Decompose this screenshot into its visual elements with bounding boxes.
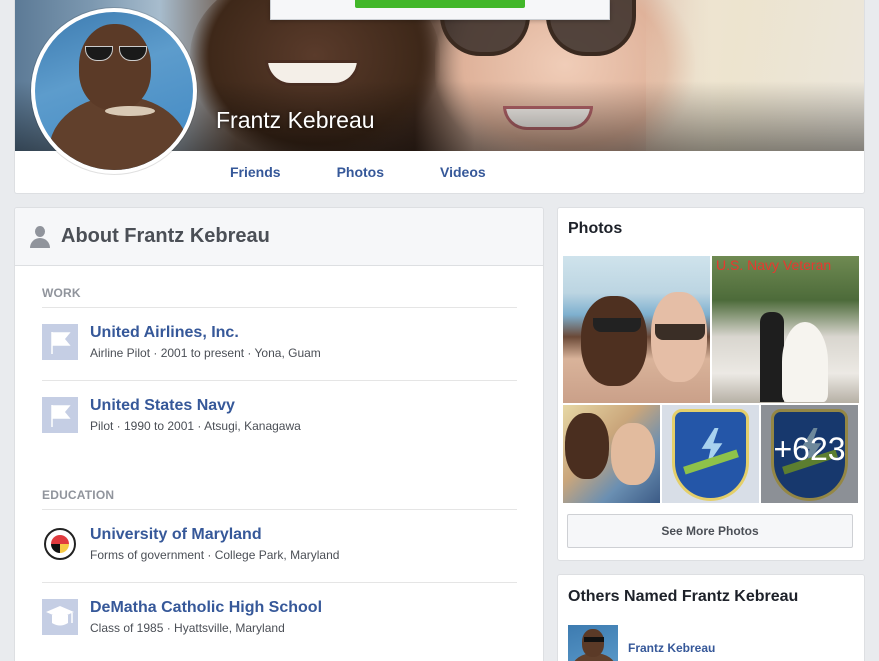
more-photos-count: +623 bbox=[773, 431, 846, 467]
photo-tile[interactable]: U.S. Navy Veteran bbox=[712, 256, 859, 403]
education-entry-dematha: DeMatha Catholic High School Class of 19… bbox=[42, 599, 517, 639]
see-more-photos-button[interactable]: See More Photos bbox=[567, 514, 853, 548]
work-entry-us-navy: United States Navy Pilot · 1990 to 2001 … bbox=[42, 397, 517, 437]
work-entry-united-airlines: United Airlines, Inc. Airline Pilot · 20… bbox=[42, 324, 517, 364]
photo-tile[interactable] bbox=[563, 256, 710, 403]
cover-dialog-popup bbox=[270, 0, 610, 20]
popup-green-button[interactable] bbox=[355, 0, 525, 8]
divider bbox=[42, 380, 517, 381]
tab-photos[interactable]: Photos bbox=[323, 164, 398, 180]
tab-friends[interactable]: Friends bbox=[216, 164, 295, 180]
flag-icon[interactable] bbox=[42, 324, 78, 360]
photo-tile-more[interactable]: +623 bbox=[761, 405, 858, 503]
divider bbox=[42, 582, 517, 583]
avatar[interactable] bbox=[568, 625, 618, 661]
divider bbox=[42, 509, 517, 510]
photo-caption: U.S. Navy Veteran bbox=[716, 257, 832, 273]
school-title[interactable]: DeMatha Catholic High School bbox=[90, 599, 322, 617]
photo-tile[interactable] bbox=[563, 405, 660, 503]
school-title[interactable]: University of Maryland bbox=[90, 526, 262, 544]
work-section-label: WORK bbox=[42, 286, 81, 300]
profile-nav: Friends Photos Videos bbox=[216, 151, 528, 193]
about-title: About Frantz Kebreau bbox=[61, 225, 270, 247]
photos-card: Photos U.S. Navy Veteran +623 See More P… bbox=[557, 207, 865, 561]
about-card: About Frantz Kebreau WORK United Airline… bbox=[14, 207, 544, 661]
university-seal-icon[interactable] bbox=[42, 526, 78, 562]
flag-icon[interactable] bbox=[42, 397, 78, 433]
school-details: Forms of government · College Park, Mary… bbox=[90, 548, 340, 562]
person-icon bbox=[29, 225, 51, 249]
others-title: Others Named Frantz Kebreau bbox=[568, 588, 799, 605]
list-item[interactable]: Frantz Kebreau bbox=[568, 625, 854, 661]
others-named-card: Others Named Frantz Kebreau Frantz Kebre… bbox=[557, 574, 865, 661]
work-details: Airline Pilot · 2001 to present · Yona, … bbox=[90, 346, 321, 360]
work-title[interactable]: United States Navy bbox=[90, 397, 235, 415]
school-details: Class of 1985 · Hyattsville, Maryland bbox=[90, 621, 285, 635]
work-title[interactable]: United Airlines, Inc. bbox=[90, 324, 239, 342]
about-header: About Frantz Kebreau bbox=[15, 208, 543, 266]
graduation-cap-icon[interactable] bbox=[42, 599, 78, 635]
navy-badge-icon bbox=[672, 409, 749, 501]
divider bbox=[42, 307, 517, 308]
education-section-label: EDUCATION bbox=[42, 488, 115, 502]
avatar-photo bbox=[35, 12, 193, 170]
photo-tile[interactable] bbox=[662, 405, 759, 503]
profile-avatar[interactable] bbox=[31, 8, 197, 174]
education-entry-umd: University of Maryland Forms of governme… bbox=[42, 526, 517, 566]
profile-name[interactable]: Frantz Kebreau bbox=[216, 107, 375, 134]
photos-title[interactable]: Photos bbox=[568, 220, 622, 238]
tab-videos[interactable]: Videos bbox=[426, 164, 500, 180]
work-details: Pilot · 1990 to 2001 · Atsugi, Kanagawa bbox=[90, 419, 301, 433]
person-name-link[interactable]: Frantz Kebreau bbox=[628, 641, 715, 655]
